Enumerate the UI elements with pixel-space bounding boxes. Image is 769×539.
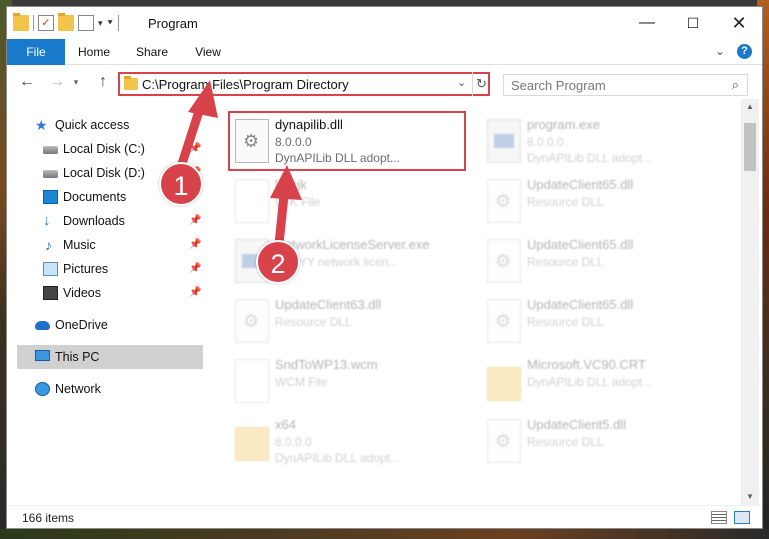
arrow-to-dll-file — [270, 165, 302, 249]
step-1-badge: 1 — [159, 162, 203, 206]
annotation-arrows — [175, 80, 302, 249]
step-2-badge: 2 — [256, 240, 300, 284]
arrow-to-address-bar — [175, 80, 218, 175]
